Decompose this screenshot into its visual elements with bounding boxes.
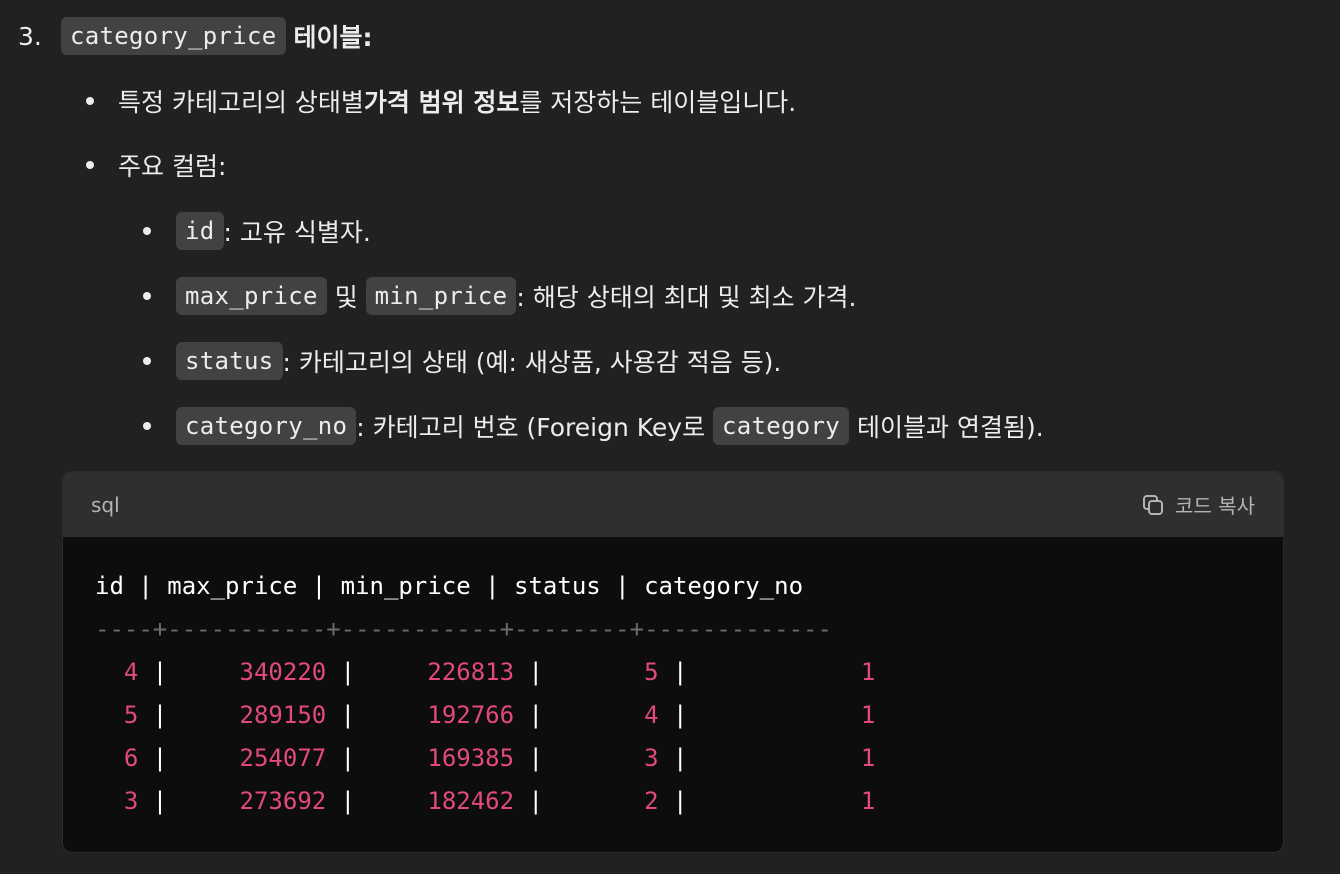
- bullet-description: 특정 카테고리의 상태별 가격 범위 정보 를 저장하는 테이블입니다.: [80, 81, 796, 121]
- code-cell: 1: [701, 701, 876, 729]
- column-code: max_price: [176, 277, 327, 315]
- code-block-header: sql 코드 복사: [63, 472, 1283, 537]
- code-cell: 6: [95, 744, 139, 772]
- column-desc: : 카테고리의 상태 (예: 새상품, 사용감 적음 등).: [282, 348, 782, 377]
- column-desc: : 카테고리 번호 (Foreign Key로: [356, 413, 714, 442]
- column-code: status: [176, 342, 283, 380]
- column-code: id: [176, 212, 224, 250]
- code-cell: 3: [557, 744, 659, 772]
- code-cell: 254077: [181, 744, 327, 772]
- column-item-status: status : 카테고리의 상태 (예: 새상품, 사용감 적음 등).: [140, 341, 781, 381]
- code-cell: 182462: [369, 787, 515, 815]
- column-desc: : 해당 상태의 최대 및 최소 가격.: [516, 283, 857, 312]
- code-cell: 192766: [369, 701, 515, 729]
- copy-code-button[interactable]: 코드 복사: [1141, 490, 1255, 519]
- code-cell: 4: [95, 658, 139, 686]
- code-pipe: |: [326, 787, 370, 815]
- column-item-category-no: category_no : 카테고리 번호 (Foreign Key로 cate…: [140, 406, 1044, 446]
- code-cell: 226813: [369, 658, 515, 686]
- code-pipe: |: [514, 658, 558, 686]
- description-text: 특정 카테고리의 상태별: [118, 88, 364, 117]
- code-cell: 1: [701, 658, 876, 686]
- section-number: 3.: [18, 21, 42, 51]
- bullet-dot: [86, 161, 94, 169]
- code-separator-line: ----+-----------+-----------+--------+--…: [95, 615, 832, 643]
- code-pipe: |: [138, 744, 182, 772]
- code-cell: 3: [95, 787, 139, 815]
- code-block: sql 코드 복사 id | max_price | min_price | s…: [62, 471, 1284, 853]
- code-language-label: sql: [91, 492, 120, 517]
- code-cell: 289150: [181, 701, 327, 729]
- code-pipe: |: [138, 658, 182, 686]
- code-cell: 5: [557, 658, 659, 686]
- code-pipe: |: [658, 787, 702, 815]
- column-code: category_no: [176, 407, 357, 445]
- column-conjunction: 및: [326, 283, 366, 312]
- code-cell: 340220: [181, 658, 327, 686]
- code-cell: 5: [95, 701, 139, 729]
- section-heading: 3. category_price 테이블:: [18, 16, 373, 56]
- copy-code-label: 코드 복사: [1175, 494, 1255, 518]
- description-bold: 가격 범위 정보: [363, 88, 520, 117]
- bullet-dot: [143, 292, 151, 300]
- column-desc-2: 테이블과 연결됨).: [849, 413, 1044, 442]
- code-cell: 169385: [369, 744, 515, 772]
- code-data-row: 3 | 273692 | 182462 | 2 | 1: [95, 780, 1283, 823]
- bullet-dot: [86, 97, 94, 105]
- bullet-columns: 주요 컬럼:: [80, 145, 226, 185]
- code-cell: 273692: [181, 787, 327, 815]
- bullet-dot: [143, 422, 151, 430]
- code-pipe: |: [326, 744, 370, 772]
- code-cell: 1: [701, 744, 876, 772]
- code-pipe: |: [514, 701, 558, 729]
- code-cell: 1: [701, 787, 876, 815]
- bullet-dot: [143, 357, 151, 365]
- table-suffix: 테이블:: [293, 23, 373, 52]
- code-pipe: |: [326, 658, 370, 686]
- code-content: id | max_price | min_price | status | ca…: [63, 537, 1283, 823]
- description-text-end: 를 저장하는 테이블입니다.: [519, 88, 797, 117]
- column-desc: : 고유 식별자.: [223, 218, 371, 247]
- code-cell: 4: [557, 701, 659, 729]
- table-name-code: category_price: [61, 17, 286, 55]
- column-code-2: min_price: [365, 277, 517, 315]
- code-pipe: |: [658, 701, 702, 729]
- code-pipe: |: [658, 744, 702, 772]
- code-data-row: 5 | 289150 | 192766 | 4 | 1: [95, 694, 1283, 737]
- code-pipe: |: [514, 787, 558, 815]
- bullet-dot: [143, 227, 151, 235]
- code-rows: 4 | 340220 | 226813 | 5 | 1 5 | 289150 |…: [95, 651, 1283, 823]
- code-pipe: |: [514, 744, 558, 772]
- code-pipe: |: [326, 701, 370, 729]
- column-item-price: max_price 및 min_price : 해당 상태의 최대 및 최소 가…: [140, 276, 856, 316]
- code-data-row: 6 | 254077 | 169385 | 3 | 1: [95, 737, 1283, 780]
- code-pipe: |: [138, 787, 182, 815]
- column-code-2: category: [713, 407, 850, 445]
- code-pipe: |: [658, 658, 702, 686]
- column-item-id: id : 고유 식별자.: [140, 211, 371, 251]
- code-header-line: id | max_price | min_price | status | ca…: [95, 572, 804, 600]
- code-cell: 2: [557, 787, 659, 815]
- code-pipe: |: [138, 701, 182, 729]
- code-data-row: 4 | 340220 | 226813 | 5 | 1: [95, 651, 1283, 694]
- columns-label: 주요 컬럼:: [118, 152, 227, 181]
- copy-icon: [1143, 494, 1164, 515]
